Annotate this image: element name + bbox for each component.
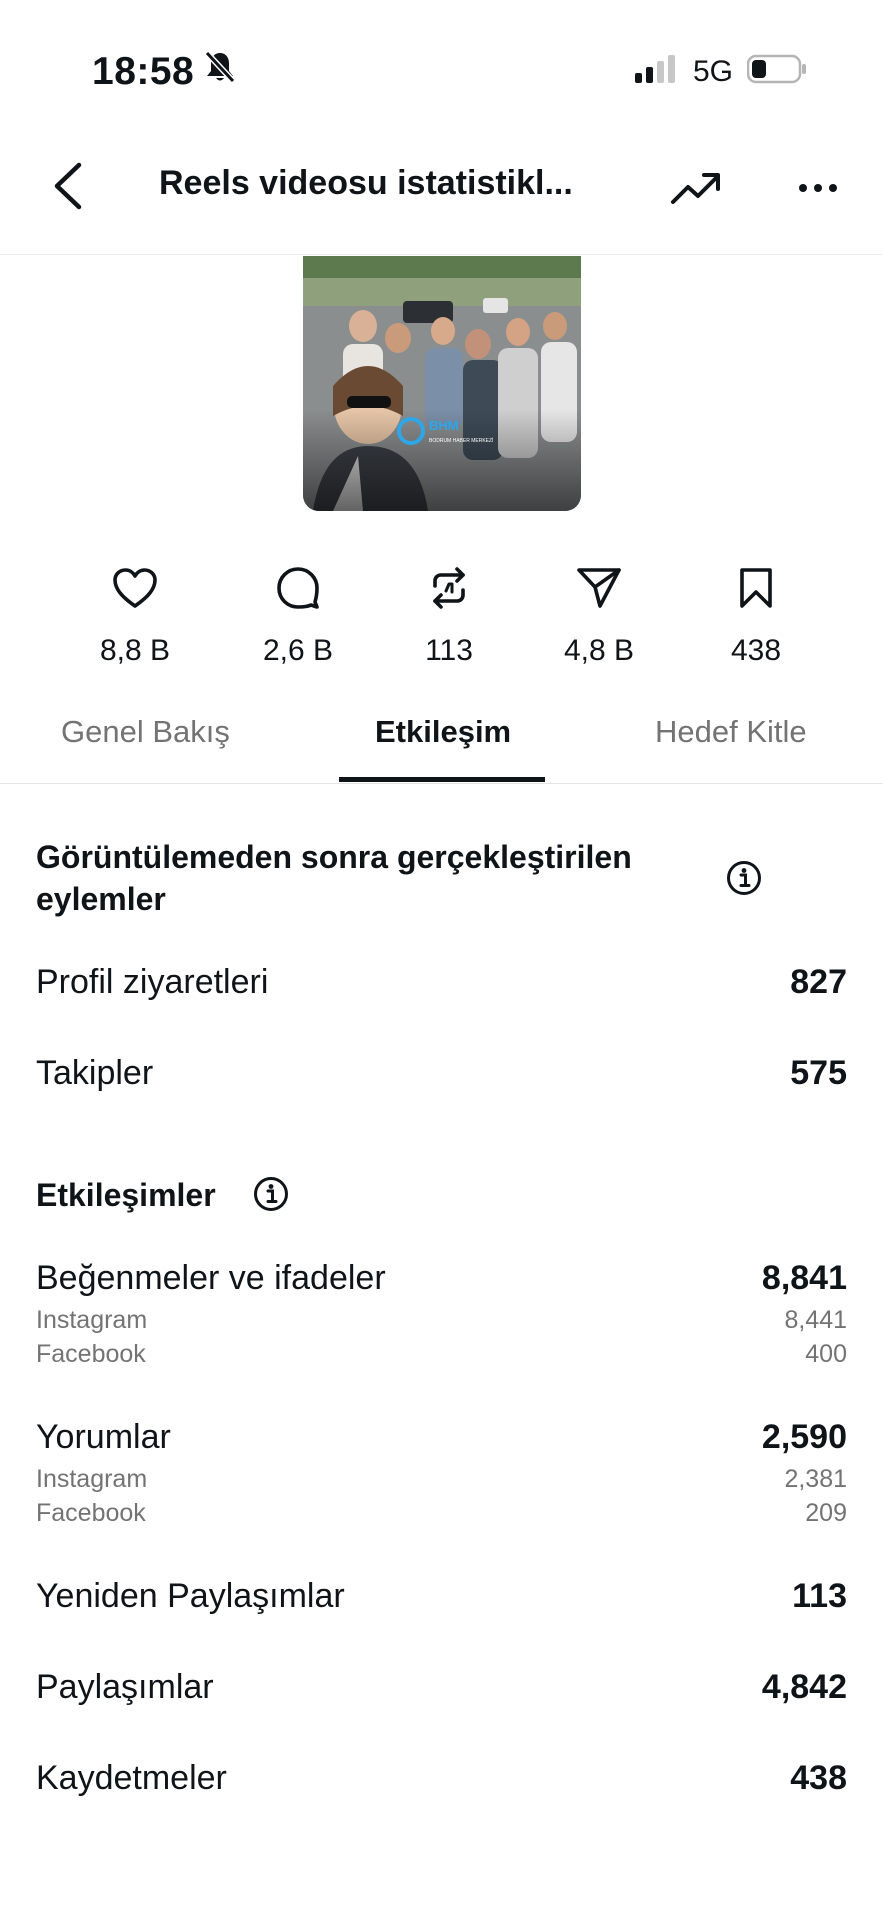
interactions-section-title: Etkileşimler — [36, 1177, 216, 1213]
stat-saves[interactable]: 438 — [686, 562, 826, 668]
tab-bar: Genel Bakış Etkileşim Hedef Kitle — [0, 700, 883, 784]
trending-up-icon — [671, 173, 720, 204]
trend-button[interactable] — [668, 160, 724, 216]
top-header: Reels videosu istatistikl... — [0, 130, 883, 255]
status-time: 18:58 — [92, 50, 236, 94]
stat-saves-value: 438 — [730, 634, 782, 667]
profile-visits-label: Profil ziyaretleri — [36, 963, 269, 1001]
signal-icon — [634, 55, 679, 88]
bell-muted-icon — [204, 50, 236, 94]
stat-shares-value: 4,8 B — [563, 634, 635, 667]
clock-label: 18:58 — [92, 50, 195, 93]
stat-comments[interactable]: 2,6 B — [228, 562, 368, 668]
profile-visits-value: 827 — [790, 963, 847, 1001]
comments-facebook-value: 209 — [805, 1499, 847, 1527]
stat-reposts-value: 113 — [425, 634, 473, 667]
shares-value: 4,842 — [761, 1668, 847, 1706]
tab-engagement[interactable]: Etkileşim — [375, 714, 511, 750]
page-title: Reels videosu istatistikl... — [159, 164, 573, 202]
status-right: 5G — [634, 54, 807, 89]
stat-shares[interactable]: 4,8 B — [529, 562, 669, 668]
info-icon[interactable] — [726, 860, 762, 896]
comments-value: 2,590 — [761, 1418, 847, 1456]
likes-facebook-value: 400 — [805, 1340, 847, 1368]
comments-facebook-label: Facebook — [36, 1499, 146, 1527]
more-options-button[interactable] — [790, 160, 846, 216]
back-button[interactable] — [38, 156, 98, 216]
tab-audience[interactable]: Hedef Kitle — [655, 714, 807, 750]
bookmark-icon — [686, 562, 826, 614]
comments-label: Yorumlar — [36, 1418, 171, 1456]
repost-icon — [379, 562, 519, 614]
reel-thumbnail[interactable]: BHM BODRUM HABER MERKEZİ — [303, 256, 581, 511]
heart-icon — [65, 562, 205, 614]
stat-likes-value: 8,8 B — [99, 634, 171, 667]
follows-label: Takipler — [36, 1054, 154, 1092]
likes-facebook-label: Facebook — [36, 1340, 146, 1368]
tab-overview[interactable]: Genel Bakış — [61, 714, 230, 750]
share-icon — [529, 562, 669, 614]
reposts-label: Yeniden Paylaşımlar — [36, 1577, 345, 1615]
reel-thumbnail-image: BHM BODRUM HABER MERKEZİ — [303, 256, 581, 511]
battery-icon — [746, 54, 807, 89]
info-icon[interactable] — [253, 1176, 289, 1212]
actions-title-line2: eylemler — [36, 881, 166, 917]
comments-instagram-label: Instagram — [36, 1465, 148, 1493]
comments-instagram-value: 2,381 — [784, 1465, 847, 1493]
saves-label: Kaydetmeler — [36, 1759, 227, 1797]
actions-title-line1: Görüntülemeden sonra gerçekleştirilen — [36, 839, 632, 875]
likes-value: 8,841 — [761, 1259, 847, 1297]
likes-label: Beğenmeler ve ifadeler — [36, 1259, 386, 1297]
svg-text:BHM: BHM — [429, 418, 459, 433]
stat-reposts[interactable]: 113 — [379, 562, 519, 668]
reposts-value: 113 — [792, 1577, 847, 1615]
stats-row: 8,8 B 2,6 B 113 4,8 B 438 — [0, 562, 883, 672]
stat-comments-value: 2,6 B — [262, 634, 334, 667]
saves-value: 438 — [790, 1759, 847, 1797]
actions-section-title: Görüntülemeden sonra gerçekleştirilen ey… — [36, 836, 632, 920]
stat-likes[interactable]: 8,8 B — [65, 562, 205, 668]
network-label: 5G — [692, 54, 733, 88]
active-tab-indicator — [339, 777, 545, 782]
follows-value: 575 — [790, 1054, 847, 1092]
more-horizontal-icon — [799, 184, 837, 192]
likes-instagram-label: Instagram — [36, 1306, 148, 1334]
svg-text:BODRUM HABER MERKEZİ: BODRUM HABER MERKEZİ — [429, 437, 493, 444]
shares-label: Paylaşımlar — [36, 1668, 214, 1706]
status-bar: 18:58 5G — [0, 0, 883, 120]
chevron-left-icon — [54, 162, 82, 210]
comment-icon — [228, 562, 368, 614]
likes-instagram-value: 8,441 — [784, 1306, 847, 1334]
